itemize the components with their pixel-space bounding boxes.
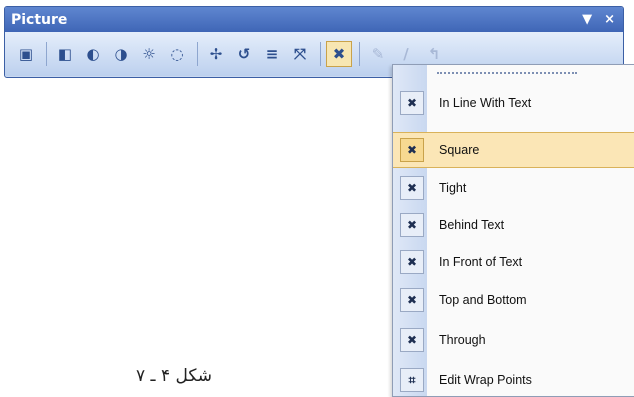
menu-item-top-and-bottom[interactable]: ✖ Top and Bottom bbox=[393, 283, 634, 317]
in-front-of-text-icon: ✖ bbox=[400, 250, 424, 274]
toolbar-titlebar[interactable]: Picture ▼ × bbox=[5, 7, 623, 32]
less-contrast-icon[interactable]: ◑ bbox=[108, 41, 134, 67]
menu-item-label: Tight bbox=[439, 181, 467, 195]
format-picture-icon[interactable]: ✎ bbox=[365, 41, 391, 67]
toolbar-separator bbox=[359, 42, 360, 66]
rotate-icon[interactable]: ↺ bbox=[231, 41, 257, 67]
through-wrap-icon: ✖ bbox=[400, 328, 424, 352]
menu-item-label: Edit Wrap Points bbox=[439, 373, 532, 387]
behind-text-icon: ✖ bbox=[400, 213, 424, 237]
inline-with-text-icon: ✖ bbox=[400, 91, 424, 115]
menu-item-label: Behind Text bbox=[439, 218, 505, 232]
tight-wrap-icon: ✖ bbox=[400, 176, 424, 200]
menu-item-edit-wrap-points[interactable]: ⌗ Edit Wrap Points bbox=[393, 363, 634, 397]
edit-wrap-points-icon: ⌗ bbox=[400, 368, 424, 392]
menu-item-square[interactable]: ✖ Square bbox=[393, 132, 634, 168]
close-icon[interactable]: × bbox=[604, 12, 615, 27]
menu-item-in-front-of-text[interactable]: ✖ In Front of Text bbox=[393, 245, 634, 279]
menu-item-label: In Front of Text bbox=[439, 255, 523, 269]
toolbar-title: Picture bbox=[11, 11, 68, 28]
square-wrap-icon: ✖ bbox=[400, 138, 424, 162]
color-icon[interactable]: ◧ bbox=[52, 41, 78, 67]
menu-item-label: Square bbox=[439, 143, 480, 157]
more-brightness-icon[interactable]: ☼ bbox=[136, 41, 162, 67]
menu-item-through[interactable]: ✖ Through bbox=[393, 323, 634, 357]
compress-icon[interactable]: ⤧ bbox=[287, 41, 313, 67]
line-style-icon[interactable]: ≡ bbox=[259, 41, 285, 67]
text-wrapping-menu: ✖ In Line With Text ✖ Square ✖ Tight ✖ Behind T… bbox=[392, 64, 634, 397]
toolbar-separator bbox=[46, 42, 47, 66]
crop-icon[interactable]: ✢ bbox=[203, 41, 229, 67]
insert-picture-icon[interactable]: ▣ bbox=[13, 41, 39, 67]
menu-item-label: Through bbox=[439, 333, 486, 347]
menu-item-behind-text[interactable]: ✖ Behind Text bbox=[393, 208, 634, 242]
menu-item-label: In Line With Text bbox=[439, 96, 532, 110]
figure-caption: شکل ۴ ـ ۷ bbox=[136, 366, 212, 386]
less-brightness-icon[interactable]: ◌ bbox=[164, 41, 190, 67]
menu-item-in-line-with-text[interactable]: ✖ In Line With Text bbox=[393, 86, 634, 120]
menu-item-tight[interactable]: ✖ Tight bbox=[393, 171, 634, 205]
menu-item-label: Top and Bottom bbox=[439, 293, 527, 307]
toolbar-separator bbox=[320, 42, 321, 66]
more-contrast-icon[interactable]: ◐ bbox=[80, 41, 106, 67]
toolbar-options-icon[interactable]: ▼ bbox=[582, 12, 592, 27]
menu-drag-handle[interactable] bbox=[437, 72, 577, 77]
text-wrapping-icon[interactable]: ✖ bbox=[326, 41, 352, 67]
top-bottom-wrap-icon: ✖ bbox=[400, 288, 424, 312]
toolbar-separator bbox=[197, 42, 198, 66]
